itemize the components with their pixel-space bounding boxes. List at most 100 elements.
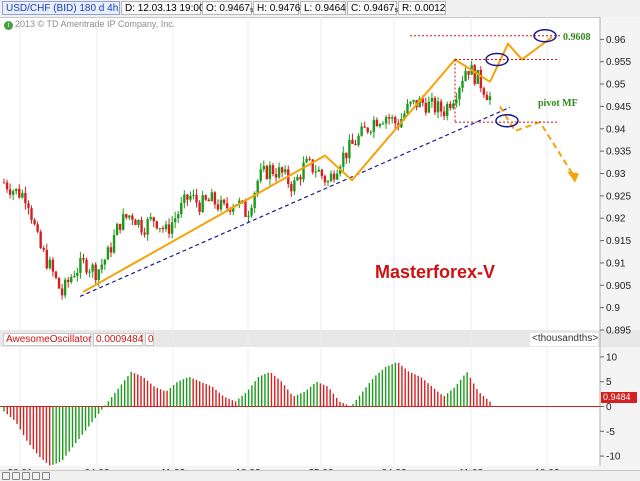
candle-body bbox=[5, 182, 9, 190]
candle-body bbox=[449, 103, 452, 109]
candle-body bbox=[458, 87, 461, 100]
zoom-out-icon[interactable] bbox=[12, 472, 20, 480]
candle-body bbox=[21, 192, 24, 198]
candle-body bbox=[433, 98, 437, 113]
candle-body bbox=[222, 199, 226, 204]
candle-body bbox=[128, 215, 131, 218]
pivot-label: pivot MF bbox=[538, 98, 578, 109]
candle-body bbox=[378, 124, 382, 127]
candle-body bbox=[384, 117, 388, 124]
candle-body bbox=[354, 143, 357, 146]
candle-body bbox=[76, 272, 79, 276]
candle-body bbox=[274, 174, 278, 178]
candle-body bbox=[430, 98, 434, 102]
candle-body bbox=[2, 182, 6, 184]
candle-body bbox=[192, 194, 195, 196]
candle-body bbox=[256, 180, 259, 193]
candle-body bbox=[296, 176, 299, 181]
y-tick-label: 0.935 bbox=[606, 147, 631, 158]
y-tick-label: 0.925 bbox=[606, 191, 631, 202]
candle-body bbox=[247, 215, 250, 217]
candle-body bbox=[60, 288, 64, 296]
oscillator-header: AwesomeOscillator 0.0009484 0 <thousandt… bbox=[0, 333, 600, 347]
candle-body bbox=[250, 207, 253, 216]
candle-body bbox=[106, 247, 110, 260]
candle-body bbox=[345, 152, 348, 159]
scroll-left-icon[interactable] bbox=[22, 472, 30, 480]
candle-body bbox=[390, 117, 394, 119]
candle-body bbox=[323, 176, 327, 183]
candle-body bbox=[326, 181, 330, 183]
candle-body bbox=[277, 167, 281, 178]
candle-body bbox=[293, 180, 296, 192]
candle-body bbox=[409, 101, 412, 104]
candle-body bbox=[412, 100, 415, 102]
settings-icon[interactable] bbox=[42, 472, 50, 480]
candle-body bbox=[308, 158, 311, 160]
candle-body bbox=[100, 264, 104, 270]
candle-body bbox=[97, 269, 100, 281]
candle-body bbox=[152, 217, 155, 222]
candle-body bbox=[140, 219, 143, 233]
candle-body bbox=[27, 203, 30, 209]
candle-body bbox=[112, 235, 116, 253]
candle-body bbox=[82, 258, 85, 260]
oscillator-zero: 0 bbox=[145, 333, 154, 346]
candle-body bbox=[216, 204, 220, 210]
scroll-right-icon[interactable] bbox=[32, 472, 40, 480]
candle-body bbox=[70, 276, 73, 283]
candle-body bbox=[39, 231, 42, 248]
target-circle bbox=[533, 29, 557, 43]
candle-body bbox=[265, 165, 269, 179]
candle-body bbox=[213, 192, 217, 205]
candle-body bbox=[94, 264, 97, 281]
y-tick-label: 0.955 bbox=[606, 57, 631, 68]
candle-body bbox=[290, 184, 293, 192]
candle-body bbox=[348, 139, 351, 159]
oscillator-name[interactable]: AwesomeOscillator bbox=[3, 333, 91, 346]
candle-body bbox=[122, 214, 125, 230]
candle-body bbox=[164, 224, 168, 230]
candle-body bbox=[149, 217, 152, 220]
candle-body bbox=[54, 271, 58, 278]
candle-body bbox=[335, 173, 339, 180]
wave-path bbox=[82, 58, 491, 293]
bear-projection bbox=[499, 105, 576, 179]
candle-body bbox=[299, 176, 302, 180]
candle-body bbox=[406, 103, 409, 114]
candle-body bbox=[427, 101, 431, 113]
candle-body bbox=[259, 169, 262, 181]
candle-body bbox=[244, 201, 247, 217]
osc-y-tick-label: 10 bbox=[606, 352, 618, 363]
candle-body bbox=[137, 219, 140, 226]
zoom-in-icon[interactable] bbox=[2, 472, 10, 480]
candle-body bbox=[125, 214, 128, 218]
footer-toolbar bbox=[0, 470, 640, 481]
candle-body bbox=[170, 222, 174, 234]
candle-body bbox=[262, 165, 266, 170]
candle-body bbox=[173, 218, 177, 223]
candle-body bbox=[155, 221, 159, 229]
candle-body bbox=[109, 247, 113, 253]
candle-body bbox=[387, 117, 391, 119]
candle-body bbox=[342, 152, 345, 167]
candle-body bbox=[131, 215, 134, 220]
candle-body bbox=[467, 71, 470, 75]
candle-body bbox=[118, 223, 122, 230]
candle-body bbox=[158, 228, 162, 230]
candle-body bbox=[461, 80, 464, 88]
candle-body bbox=[268, 165, 272, 179]
candle-body bbox=[394, 117, 397, 124]
candle-body bbox=[485, 94, 489, 101]
candle-body bbox=[18, 188, 21, 198]
y-tick-label: 0.895 bbox=[606, 326, 631, 337]
candle-body bbox=[381, 123, 385, 125]
candle-body bbox=[88, 271, 91, 273]
candle-body bbox=[317, 169, 321, 172]
candle-body bbox=[15, 188, 18, 192]
candle-body bbox=[314, 171, 317, 173]
candle-body bbox=[48, 259, 52, 269]
osc-y-tick-label: -5 bbox=[606, 427, 615, 438]
y-tick-label: 0.945 bbox=[606, 102, 631, 113]
candle-body bbox=[280, 167, 284, 173]
